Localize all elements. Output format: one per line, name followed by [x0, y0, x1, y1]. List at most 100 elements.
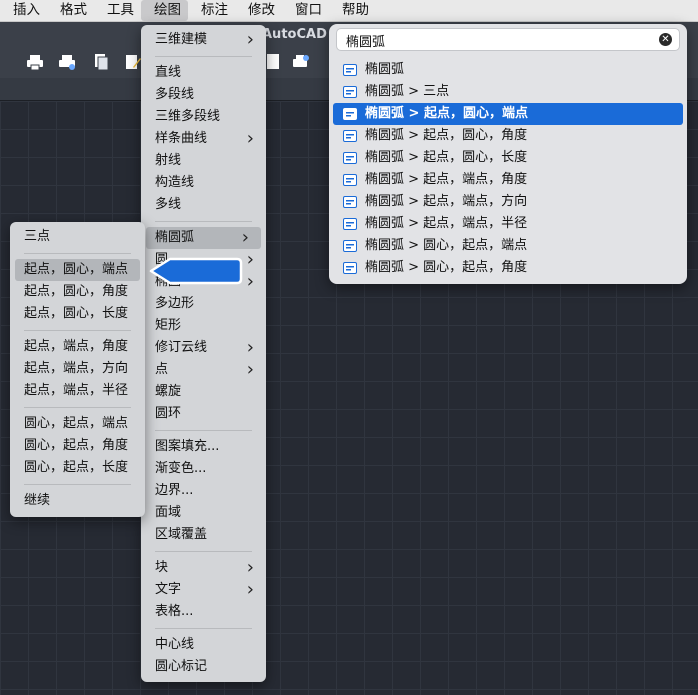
search-field[interactable]: ✕	[336, 28, 680, 51]
search-result-item[interactable]: 椭圆弧 > 起点，圆心，长度	[333, 147, 683, 169]
menu-item-icon	[343, 64, 357, 76]
menu-item-label: 文字	[155, 582, 182, 597]
menu-separator	[155, 56, 252, 57]
menu-separator	[24, 253, 131, 254]
sheet-icon[interactable]	[264, 53, 282, 71]
menubar-item[interactable]: 格式	[47, 0, 94, 21]
search-result-label: 椭圆弧 > 圆心，起点，端点	[365, 238, 528, 253]
menubar-item[interactable]: 修改	[235, 0, 282, 21]
menu-item-label: 渐变色...	[155, 461, 207, 476]
draw-menu-item[interactable]: 多边形	[141, 293, 266, 315]
draw-menu-item[interactable]: 边界...	[141, 480, 266, 502]
search-result-item[interactable]: 椭圆弧	[333, 59, 683, 81]
draw-menu-item[interactable]: 圆心标记	[141, 656, 266, 678]
arc-submenu-item[interactable]: 起点，圆心，端点	[15, 259, 140, 281]
menu-bar: 插入 格式 工具 绘图 标注 修改 窗口 帮助	[0, 0, 698, 22]
arc-submenu-item[interactable]: 继续	[10, 490, 145, 512]
draw-menu-item[interactable]: 面域	[141, 502, 266, 524]
draw-menu-item[interactable]: 直线	[141, 62, 266, 84]
menu-item-label: 图案填充...	[155, 439, 220, 454]
draw-menu-item[interactable]: 多段线	[141, 84, 266, 106]
arc-submenu-item[interactable]: 圆心，起点，端点	[10, 413, 145, 435]
menubar-item[interactable]: 帮助	[329, 0, 376, 21]
chevron-right-icon: ›	[246, 128, 254, 149]
export-icon[interactable]	[292, 53, 310, 71]
menu-item-icon	[343, 218, 357, 230]
search-result-item[interactable]: 椭圆弧 > 起点，圆心，端点	[333, 103, 683, 125]
edit-icon[interactable]	[124, 53, 142, 71]
draw-menu-item[interactable]: 点 ›	[141, 359, 266, 381]
menubar-item[interactable]: 插入	[0, 0, 47, 21]
menu-item-label: 圆心标记	[155, 659, 208, 674]
draw-menu-item[interactable]: 块 ›	[141, 557, 266, 579]
menu-item-label: 区域覆盖	[155, 527, 208, 542]
chevron-right-icon: ›	[246, 271, 254, 292]
chevron-right-icon: ›	[246, 29, 254, 50]
search-result-label: 椭圆弧 > 起点，圆心，端点	[365, 106, 528, 121]
menu-item-label: 椭圆弧	[155, 230, 195, 245]
menu-item-label: 样条曲线	[155, 131, 208, 146]
menubar-item[interactable]: 标注	[188, 0, 235, 21]
draw-menu-item[interactable]: 区域覆盖	[141, 524, 266, 546]
search-result-item[interactable]: 椭圆弧 > 起点，圆心，角度	[333, 125, 683, 147]
menu-item-label: 圆环	[155, 406, 182, 421]
draw-menu-item[interactable]: 三维多段线	[141, 106, 266, 128]
menu-item-label: 点	[155, 362, 169, 377]
menu-separator	[24, 484, 131, 485]
menubar-item[interactable]: 窗口	[282, 0, 329, 21]
draw-menu-item[interactable]: 三维建模 ›	[141, 29, 266, 51]
menubar-item[interactable]: 绘图	[141, 0, 188, 21]
draw-menu-item[interactable]: 多线	[141, 194, 266, 216]
arc-submenu-item[interactable]: 三点	[10, 226, 145, 248]
draw-menu-item[interactable]: 中心线	[141, 634, 266, 656]
chevron-right-icon: ›	[246, 579, 254, 600]
search-input[interactable]	[344, 31, 648, 49]
arc-submenu-item[interactable]: 起点，端点，半径	[10, 380, 145, 402]
draw-menu-item[interactable]: 修订云线 ›	[141, 337, 266, 359]
arc-submenu-item[interactable]: 圆心，起点，长度	[10, 457, 145, 479]
menu-item-icon	[343, 240, 357, 252]
menu-item-label: 矩形	[155, 318, 182, 333]
menu-item-label: 螺旋	[155, 384, 182, 399]
arc-submenu-item[interactable]: 起点，圆心，长度	[10, 303, 145, 325]
menu-item-label: 直线	[155, 65, 182, 80]
draw-menu-item[interactable]: 文字 ›	[141, 579, 266, 601]
arc-submenu-item[interactable]: 起点，端点，角度	[10, 336, 145, 358]
publish-icon[interactable]	[92, 53, 110, 71]
menu-item-label: 中心线	[155, 637, 195, 652]
print-icon[interactable]	[26, 53, 44, 71]
draw-menu-item[interactable]: 样条曲线 ›	[141, 128, 266, 150]
draw-menu-item[interactable]: 图案填充...	[141, 436, 266, 458]
search-result-item[interactable]: 椭圆弧 > 起点，端点，方向	[333, 191, 683, 213]
menu-item-label: 边界...	[155, 483, 194, 498]
search-result-label: 椭圆弧 > 起点，圆心，长度	[365, 150, 528, 165]
menu-item-label: 射线	[155, 153, 182, 168]
menu-item-label: 多段线	[155, 87, 195, 102]
menu-item-label: 面域	[155, 505, 182, 520]
arc-submenu-item[interactable]: 圆心，起点，角度	[10, 435, 145, 457]
plot-icon[interactable]	[58, 53, 76, 71]
draw-menu-item[interactable]: 椭圆弧 ›	[146, 227, 261, 249]
draw-menu-item[interactable]: 表格...	[141, 601, 266, 623]
draw-menu-item[interactable]: 射线	[141, 150, 266, 172]
draw-menu-item[interactable]: 构造线	[141, 172, 266, 194]
search-result-item[interactable]: 椭圆弧 > 起点，端点，半径	[333, 213, 683, 235]
menubar-item[interactable]: 工具	[94, 0, 141, 21]
draw-menu-item[interactable]: 螺旋	[141, 381, 266, 403]
callout-arrow-icon	[149, 257, 243, 285]
arc-submenu: 三点起点，圆心，端点 起点，圆心，角度 起点，圆心，长度 起点，端点，角度 起点，端点，…	[10, 222, 145, 517]
clear-search-icon[interactable]: ✕	[659, 33, 672, 46]
menu-item-icon	[343, 130, 357, 142]
search-result-item[interactable]: 椭圆弧 > 起点，端点，角度	[333, 169, 683, 191]
search-result-item[interactable]: 椭圆弧 > 圆心，起点，端点	[333, 235, 683, 257]
search-result-item[interactable]: 椭圆弧 > 圆心，起点，角度	[333, 257, 683, 279]
arc-submenu-item[interactable]: 起点，端点，方向	[10, 358, 145, 380]
search-result-item[interactable]: 椭圆弧 > 三点	[333, 81, 683, 103]
draw-menu-item[interactable]: 矩形	[141, 315, 266, 337]
arc-submenu-item[interactable]: 起点，圆心，角度	[10, 281, 145, 303]
search-result-label: 椭圆弧 > 起点，端点，角度	[365, 172, 528, 187]
draw-menu-item[interactable]: 渐变色...	[141, 458, 266, 480]
draw-menu-item[interactable]: 圆环	[141, 403, 266, 425]
menu-item-icon	[343, 108, 357, 120]
menu-separator	[155, 551, 252, 552]
